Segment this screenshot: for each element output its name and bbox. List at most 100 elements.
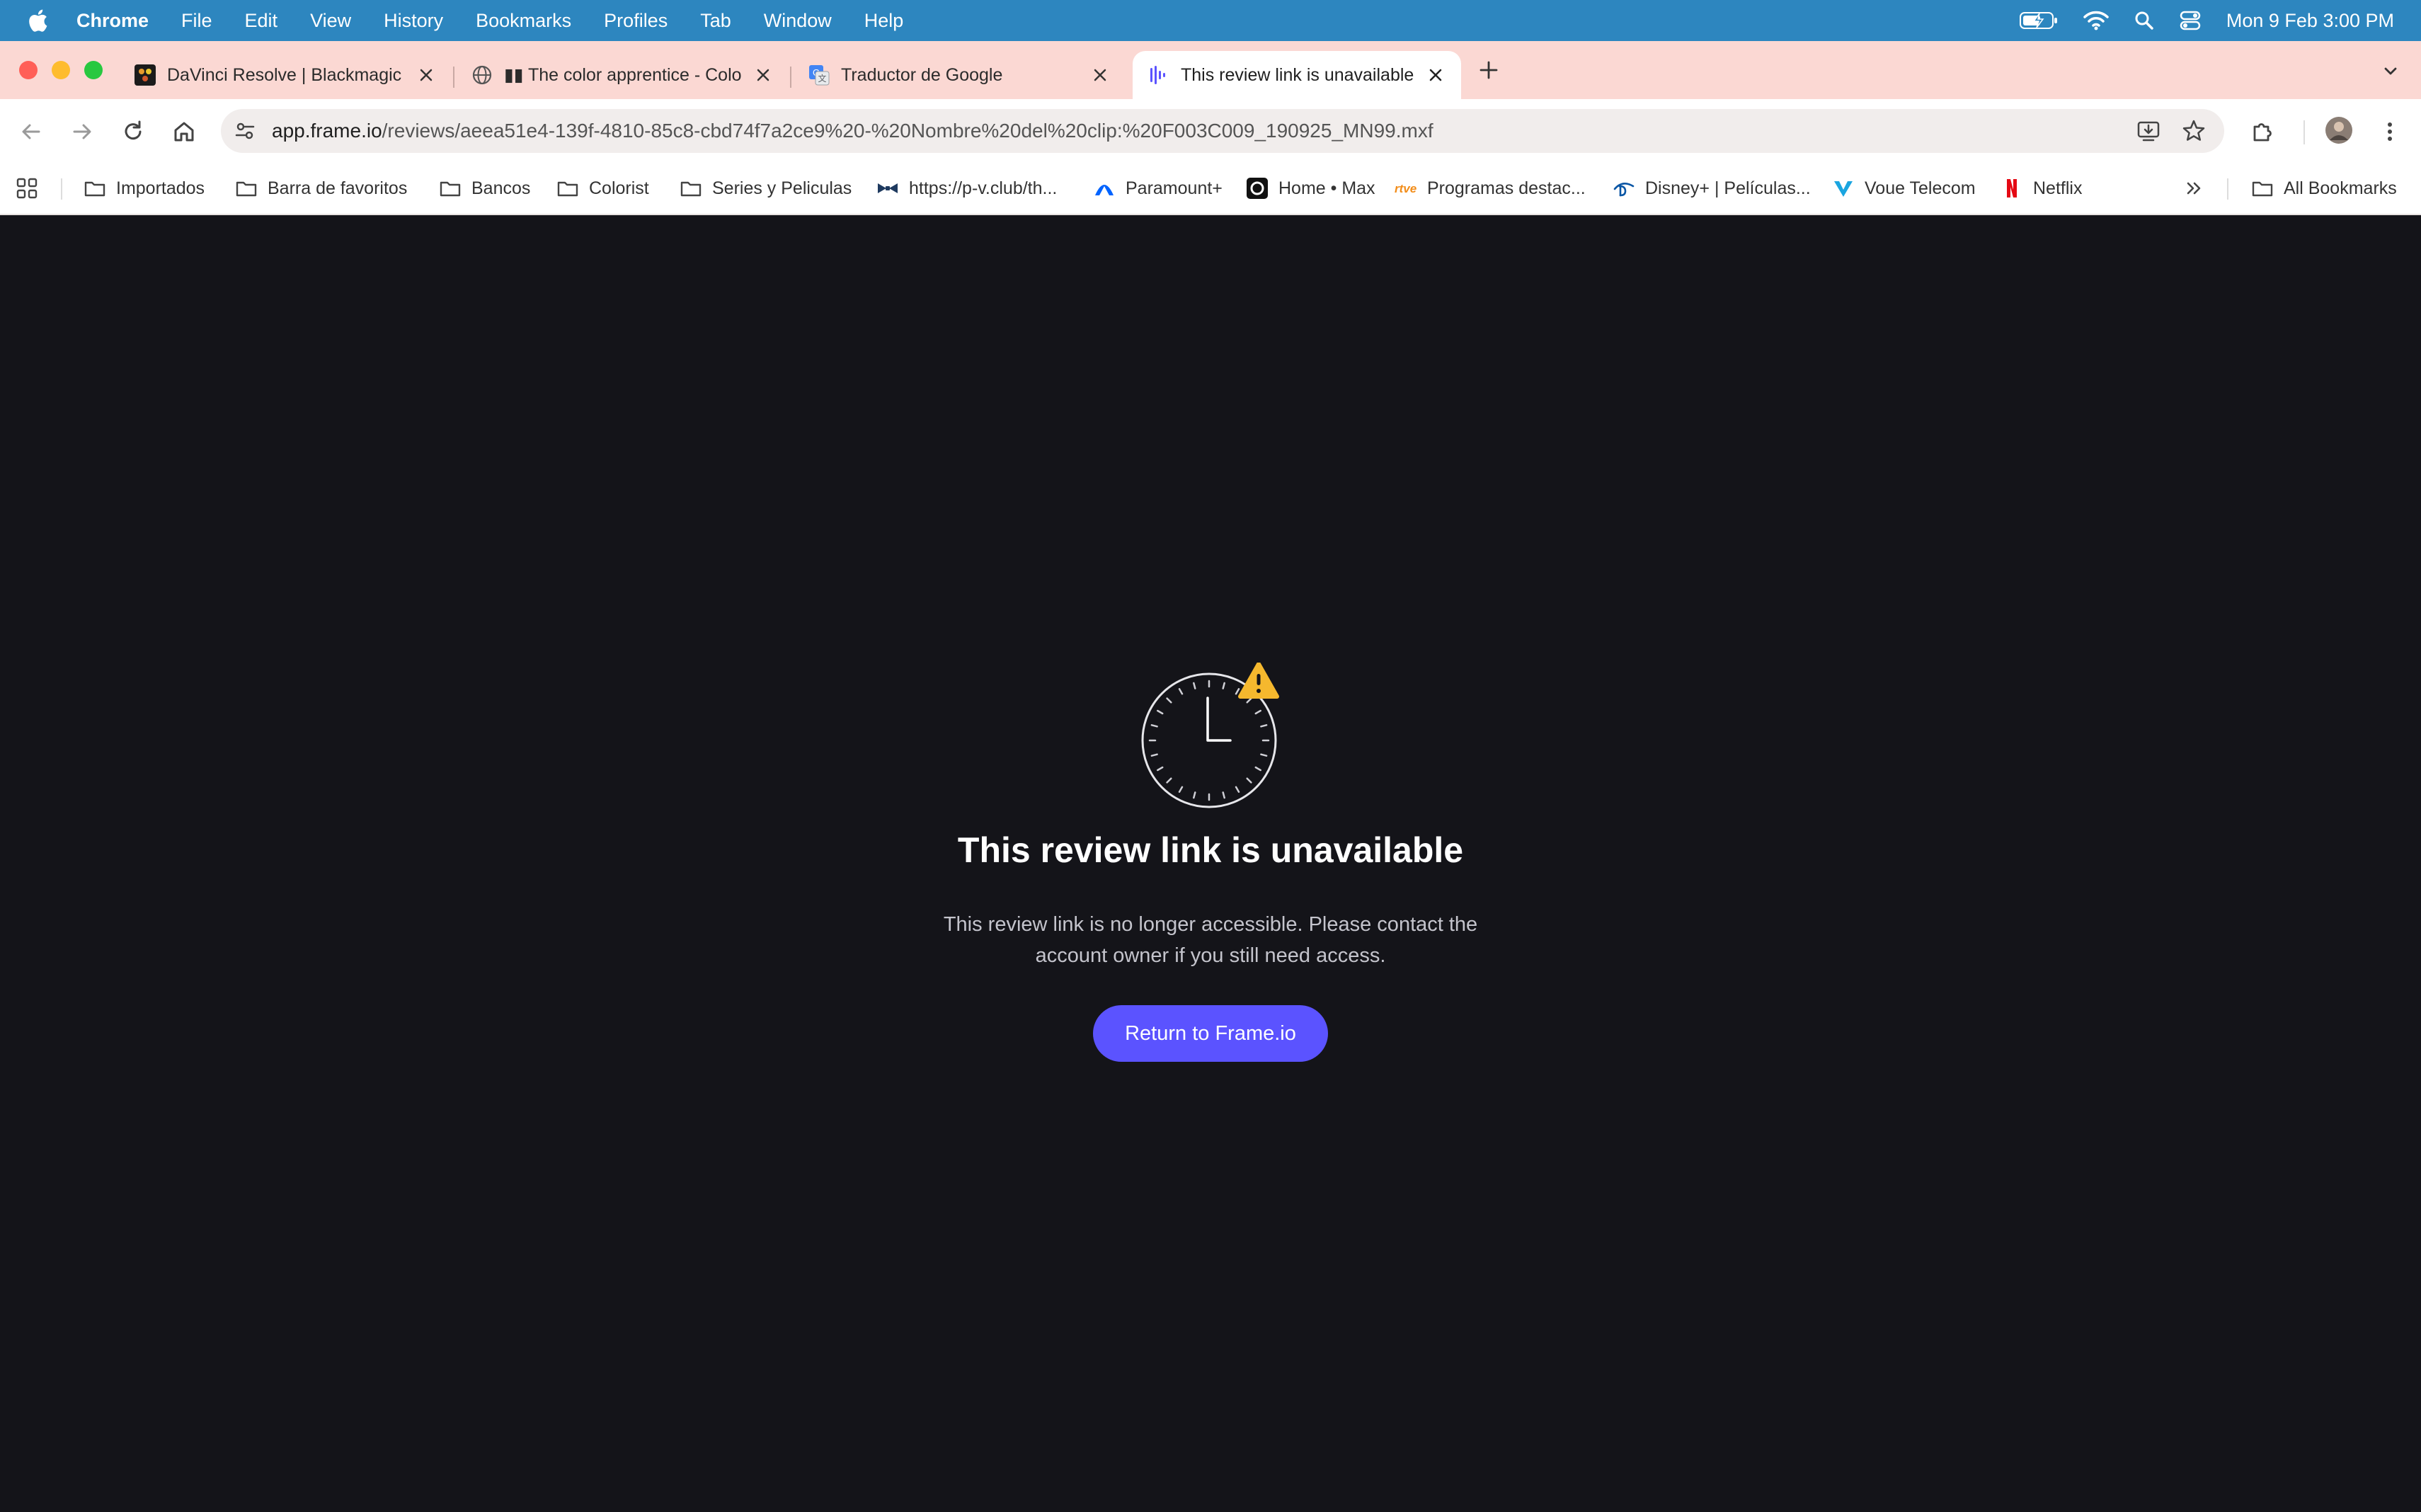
wifi-icon[interactable]: [2083, 11, 2109, 30]
clock-tick-mark: [1235, 688, 1240, 695]
paramount-icon: [1093, 177, 1116, 200]
install-app-icon[interactable]: [2136, 119, 2160, 143]
menu-file[interactable]: File: [181, 10, 212, 32]
bookmark-label: Barra de favoritos: [268, 178, 408, 198]
more-bookmarks-chevron-icon[interactable]: [2183, 176, 2206, 201]
menu-help[interactable]: Help: [864, 10, 904, 32]
netflix-icon: [2001, 177, 2023, 200]
bookmarks-divider: [2227, 178, 2228, 200]
expired-clock-warning-icon: [1134, 663, 1290, 818]
all-bookmarks-button[interactable]: All Bookmarks: [2251, 176, 2397, 201]
bookmark-label: Series y Peliculas: [712, 178, 852, 198]
menu-app-name[interactable]: Chrome: [76, 10, 149, 32]
control-center-icon[interactable]: [2180, 11, 2201, 30]
spotlight-search-icon[interactable]: [2134, 11, 2154, 30]
menubar-clock[interactable]: Mon 9 Feb 3:00 PM: [2226, 10, 2394, 32]
clock-tick-mark: [1235, 786, 1240, 793]
close-window-button[interactable]: [19, 61, 38, 79]
url-text[interactable]: app.frame.io/reviews/aeea51e4-139f-4810-…: [272, 120, 1433, 142]
davinci-icon: [134, 64, 156, 86]
browser-toolbar: app.frame.io/reviews/aeea51e4-139f-4810-…: [0, 99, 2421, 163]
apps-grid-icon[interactable]: [16, 176, 38, 201]
tab-title: DaVinci Resolve | Blackmagic: [167, 64, 402, 85]
folder-icon: [556, 177, 579, 200]
close-tab-icon[interactable]: [1090, 65, 1110, 85]
frameio-icon: [1148, 64, 1169, 86]
google-translate-icon: G文: [808, 64, 830, 86]
close-tab-icon[interactable]: [1426, 65, 1446, 85]
bookmark-paramount-plus[interactable]: Paramount+: [1093, 176, 1223, 201]
back-arrow-icon[interactable]: [18, 119, 44, 144]
folder-icon: [84, 177, 106, 200]
toolbar-divider: [2303, 120, 2305, 144]
bookmark-colorist[interactable]: Colorist: [556, 176, 649, 201]
bookmark-label: https://p-v.club/th...: [909, 178, 1058, 198]
clock-tick-mark: [1254, 709, 1261, 715]
maximize-window-button[interactable]: [84, 61, 103, 79]
clock-tick-mark: [1166, 697, 1172, 704]
all-bookmarks-label: All Bookmarks: [2284, 178, 2397, 198]
close-tab-icon[interactable]: [416, 65, 436, 85]
tab-review-link-unavailable[interactable]: This review link is unavailable: [1133, 51, 1461, 99]
site-settings-icon[interactable]: [234, 120, 256, 142]
menu-view[interactable]: View: [310, 10, 351, 32]
bookmark-p-v-club[interactable]: https://p-v.club/th...: [876, 176, 1057, 201]
voue-icon: [1832, 177, 1855, 200]
bookmark-star-icon[interactable]: [2182, 119, 2206, 143]
menu-history[interactable]: History: [384, 10, 443, 32]
tab-color-apprentice[interactable]: ▮▮ The color apprentice - Colo: [456, 51, 789, 99]
clock-tick-mark: [1246, 777, 1252, 784]
bookmark-barra-de-favoritos[interactable]: Barra de favoritos: [235, 176, 407, 201]
bookmark-series-y-peliculas[interactable]: Series y Peliculas: [680, 176, 852, 201]
page-content: This review link is unavailable This rev…: [0, 215, 2421, 1512]
menu-tab[interactable]: Tab: [700, 10, 731, 32]
clock-tick-mark: [1150, 753, 1158, 757]
profile-avatar[interactable]: [2325, 116, 2353, 144]
return-to-frameio-button[interactable]: Return to Frame.io: [1093, 1005, 1328, 1062]
close-tab-icon[interactable]: [753, 65, 773, 85]
new-tab-plus-icon[interactable]: [1478, 59, 1499, 81]
bowtie-icon: [876, 177, 899, 200]
bookmark-label: Colorist: [589, 178, 649, 198]
svg-text:rtve: rtve: [1395, 182, 1416, 195]
tab-separator: [453, 67, 454, 88]
apple-icon[interactable]: [27, 8, 48, 33]
battery-icon[interactable]: [2019, 11, 2058, 30]
bookmark-importados[interactable]: Importados: [84, 176, 205, 201]
clock-tick-mark: [1157, 766, 1164, 772]
page-description: This review link is no longer accessible…: [943, 913, 1478, 967]
menu-profiles[interactable]: Profiles: [604, 10, 668, 32]
tab-search-chevron-down-icon[interactable]: [2380, 61, 2401, 82]
clock-tick-mark: [1193, 791, 1196, 799]
url-host: app.frame.io: [272, 120, 382, 142]
folder-icon: [2251, 177, 2274, 200]
minimize-window-button[interactable]: [52, 61, 70, 79]
bookmark-rtve-programas[interactable]: rtve Programas destac...: [1395, 176, 1586, 201]
menu-bookmarks[interactable]: Bookmarks: [476, 10, 571, 32]
tab-davinci-resolve[interactable]: DaVinci Resolve | Blackmagic: [119, 51, 452, 99]
clock-tick-mark: [1166, 777, 1172, 784]
folder-icon: [439, 177, 462, 200]
bookmark-bancos[interactable]: Bancos: [439, 176, 530, 201]
more-options-kebab-icon[interactable]: [2377, 119, 2403, 144]
reload-icon[interactable]: [120, 119, 146, 144]
clock-tick-mark: [1178, 688, 1184, 695]
rtve-icon: rtve: [1395, 177, 1417, 200]
address-bar[interactable]: app.frame.io/reviews/aeea51e4-139f-4810-…: [221, 109, 2224, 153]
home-icon[interactable]: [171, 119, 197, 144]
svg-text:文: 文: [818, 73, 826, 84]
tab-strip: DaVinci Resolve | Blackmagic ▮▮ The colo…: [0, 41, 2421, 99]
bookmark-disney-plus[interactable]: Disney+ | Películas...: [1613, 176, 1811, 201]
tab-google-translate[interactable]: G文 Traductor de Google: [793, 51, 1126, 99]
tab-title: This review link is unavailable: [1181, 64, 1414, 85]
forward-arrow-icon[interactable]: [69, 119, 95, 144]
bookmark-netflix[interactable]: Netflix: [2001, 176, 2082, 201]
menu-window[interactable]: Window: [764, 10, 832, 32]
bookmark-label: Disney+ | Películas...: [1645, 178, 1811, 198]
menu-edit[interactable]: Edit: [245, 10, 278, 32]
extensions-puzzle-icon[interactable]: [2250, 119, 2275, 144]
url-path: /reviews/aeea51e4-139f-4810-85c8-cbd74f7…: [382, 120, 1433, 142]
bookmark-voue-telecom[interactable]: Voue Telecom: [1832, 176, 1976, 201]
bookmark-max[interactable]: Home • Max: [1246, 176, 1375, 201]
clock-tick-mark: [1246, 697, 1252, 704]
